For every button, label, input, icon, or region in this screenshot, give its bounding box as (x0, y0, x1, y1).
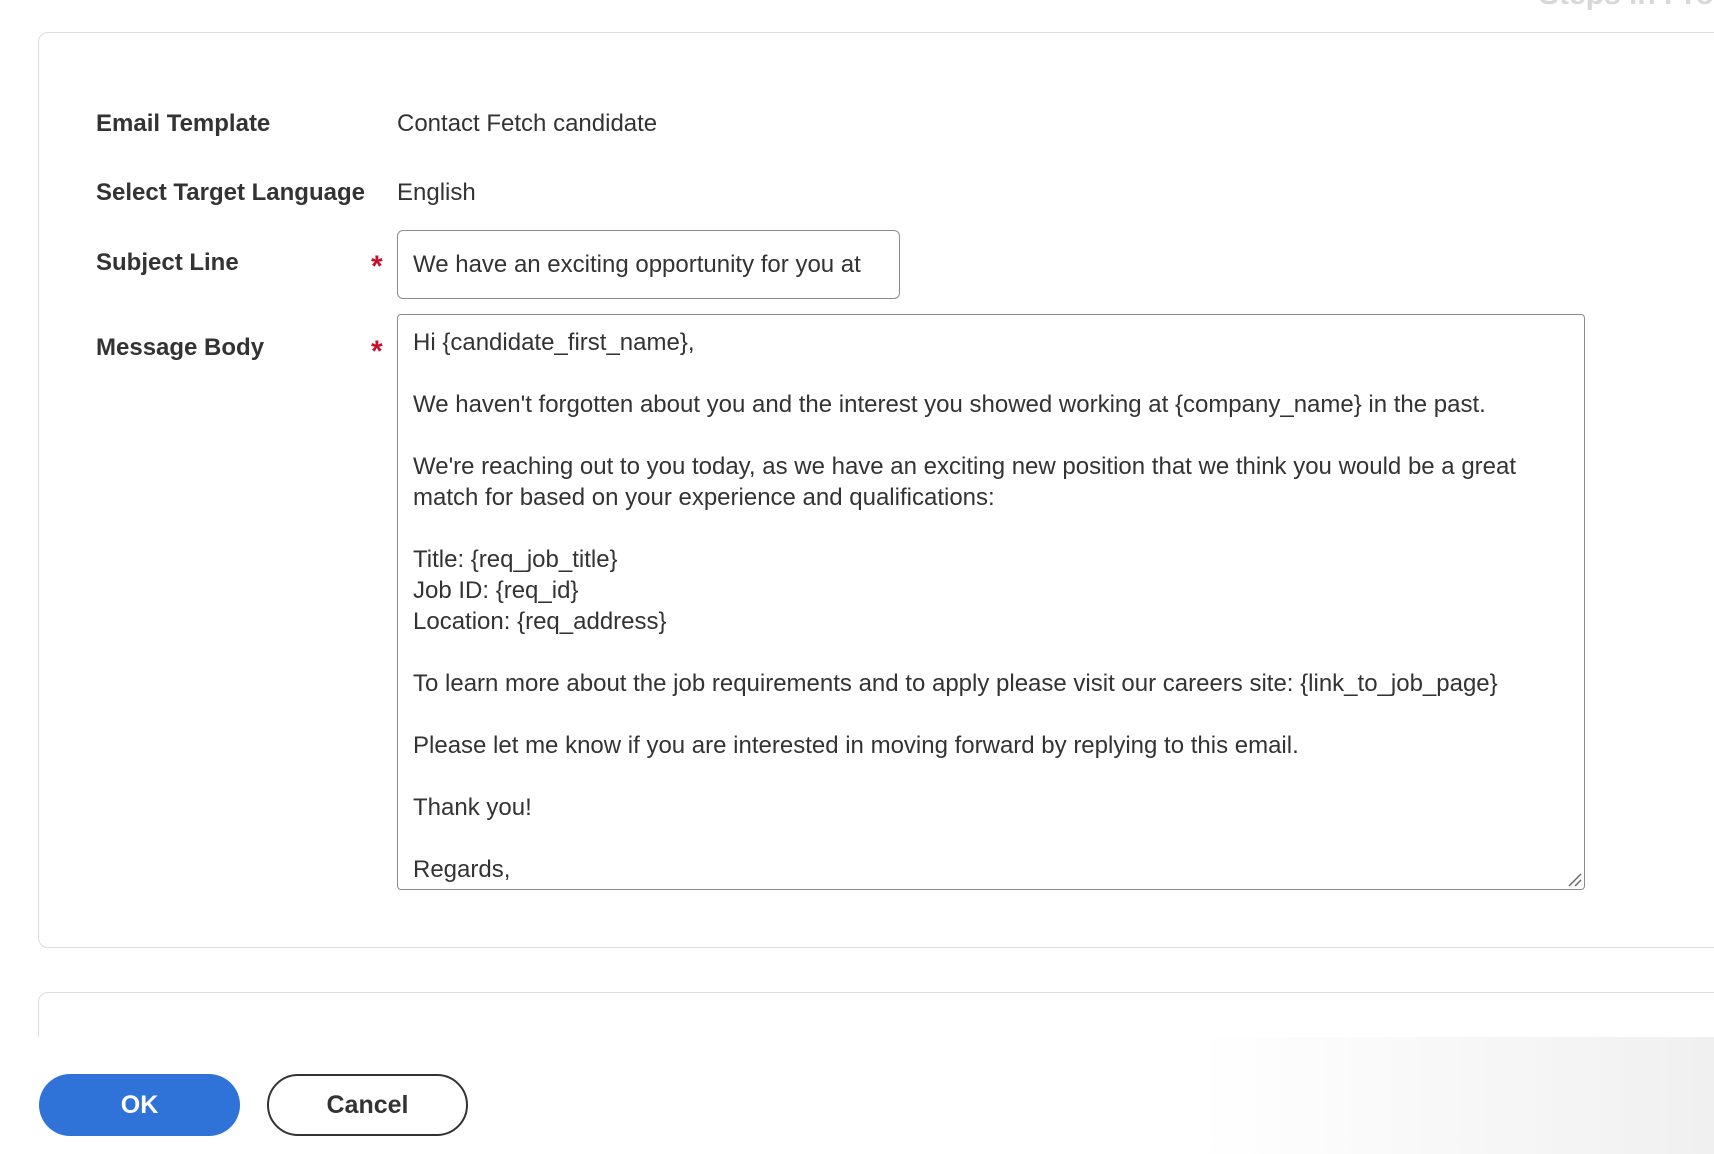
email-template-label: Email Template (96, 110, 271, 137)
resize-handle-icon[interactable] (1566, 871, 1582, 887)
message-body-textarea[interactable]: Hi {candidate_first_name}, We haven't fo… (397, 314, 1585, 890)
edit-email-page: Steps in Pro Email Template Contact Fetc… (0, 0, 1714, 1154)
cancel-button[interactable]: Cancel (267, 1074, 468, 1136)
ok-button[interactable]: OK (39, 1074, 240, 1136)
page-heading-cut: Steps in Pro (1539, 0, 1714, 12)
message-body-label: Message Body (96, 334, 265, 361)
target-language-label: Select Target Language (96, 179, 365, 206)
message-body-required-icon: * (371, 335, 383, 368)
subject-line-required-icon: * (371, 250, 383, 283)
subject-line-input[interactable] (397, 230, 900, 299)
target-language-value: English (397, 179, 476, 206)
email-template-value: Contact Fetch candidate (397, 110, 658, 137)
footer-bar (0, 1037, 1714, 1154)
subject-line-label: Subject Line (96, 249, 239, 276)
